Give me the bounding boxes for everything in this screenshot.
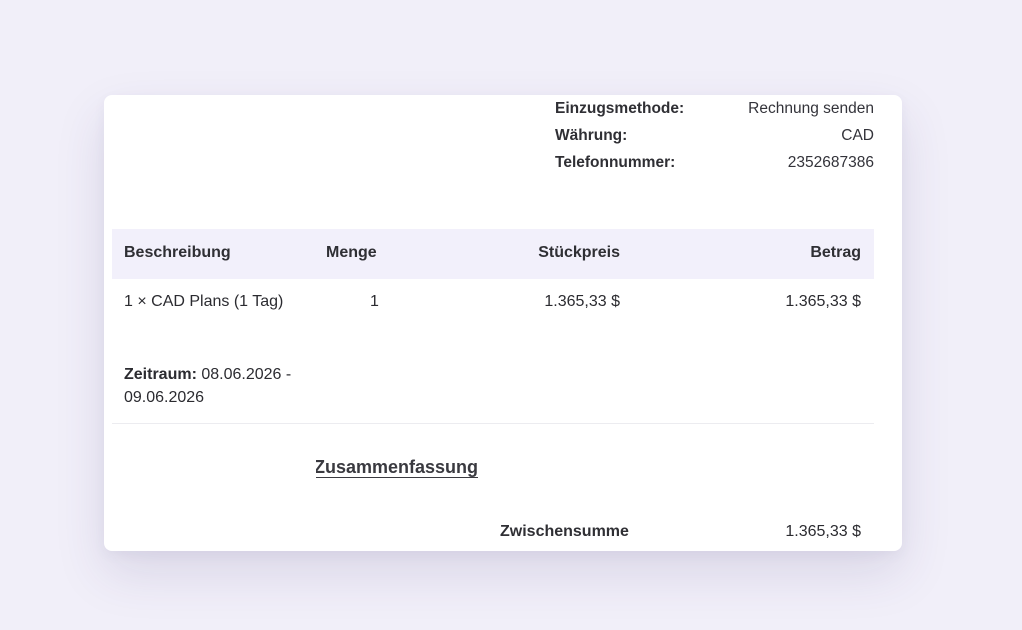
row-amount: 1.365,33 $ bbox=[785, 293, 861, 310]
column-header-unit-price: Stückpreis bbox=[538, 244, 620, 261]
table-header: Beschreibung Menge Stückpreis Betrag bbox=[112, 229, 874, 279]
summary-title-text: Zusammenfassung bbox=[316, 457, 478, 477]
subtotal-label: Zwischensumme bbox=[500, 523, 629, 540]
meta-label: Einzugsmethode: bbox=[555, 100, 685, 117]
meta-label: Währung: bbox=[555, 127, 628, 144]
meta-row-currency: Währung: CAD bbox=[555, 126, 874, 153]
row-quantity: 1 bbox=[370, 293, 379, 310]
invoice-card: Einzugsmethode: Rechnung senden Währung:… bbox=[104, 95, 902, 551]
column-header-quantity: Menge bbox=[326, 244, 377, 261]
period-label: Zeitraum: bbox=[124, 366, 197, 383]
meta-value: CAD bbox=[841, 127, 874, 144]
subtotal-value: 1.365,33 $ bbox=[785, 523, 861, 540]
meta-value: 2352687386 bbox=[787, 154, 874, 171]
summary-title: Zusammenfassung bbox=[316, 456, 478, 478]
meta-value: Rechnung senden bbox=[748, 100, 874, 117]
row-description: 1 × CAD Plans (1 Tag) bbox=[124, 293, 284, 310]
column-header-amount: Betrag bbox=[810, 244, 861, 261]
meta-label: Telefonnummer: bbox=[555, 154, 676, 171]
table-divider bbox=[112, 423, 874, 424]
invoice-meta: Einzugsmethode: Rechnung senden Währung:… bbox=[555, 99, 874, 180]
row-unit-price: 1.365,33 $ bbox=[544, 293, 620, 310]
row-period: Zeitraum: 08.06.2026 - 09.06.2026 bbox=[124, 363, 324, 409]
meta-row-phone: Telefonnummer: 2352687386 bbox=[555, 153, 874, 180]
column-header-description: Beschreibung bbox=[124, 244, 231, 261]
meta-row-billing-method: Einzugsmethode: Rechnung senden bbox=[555, 99, 874, 126]
